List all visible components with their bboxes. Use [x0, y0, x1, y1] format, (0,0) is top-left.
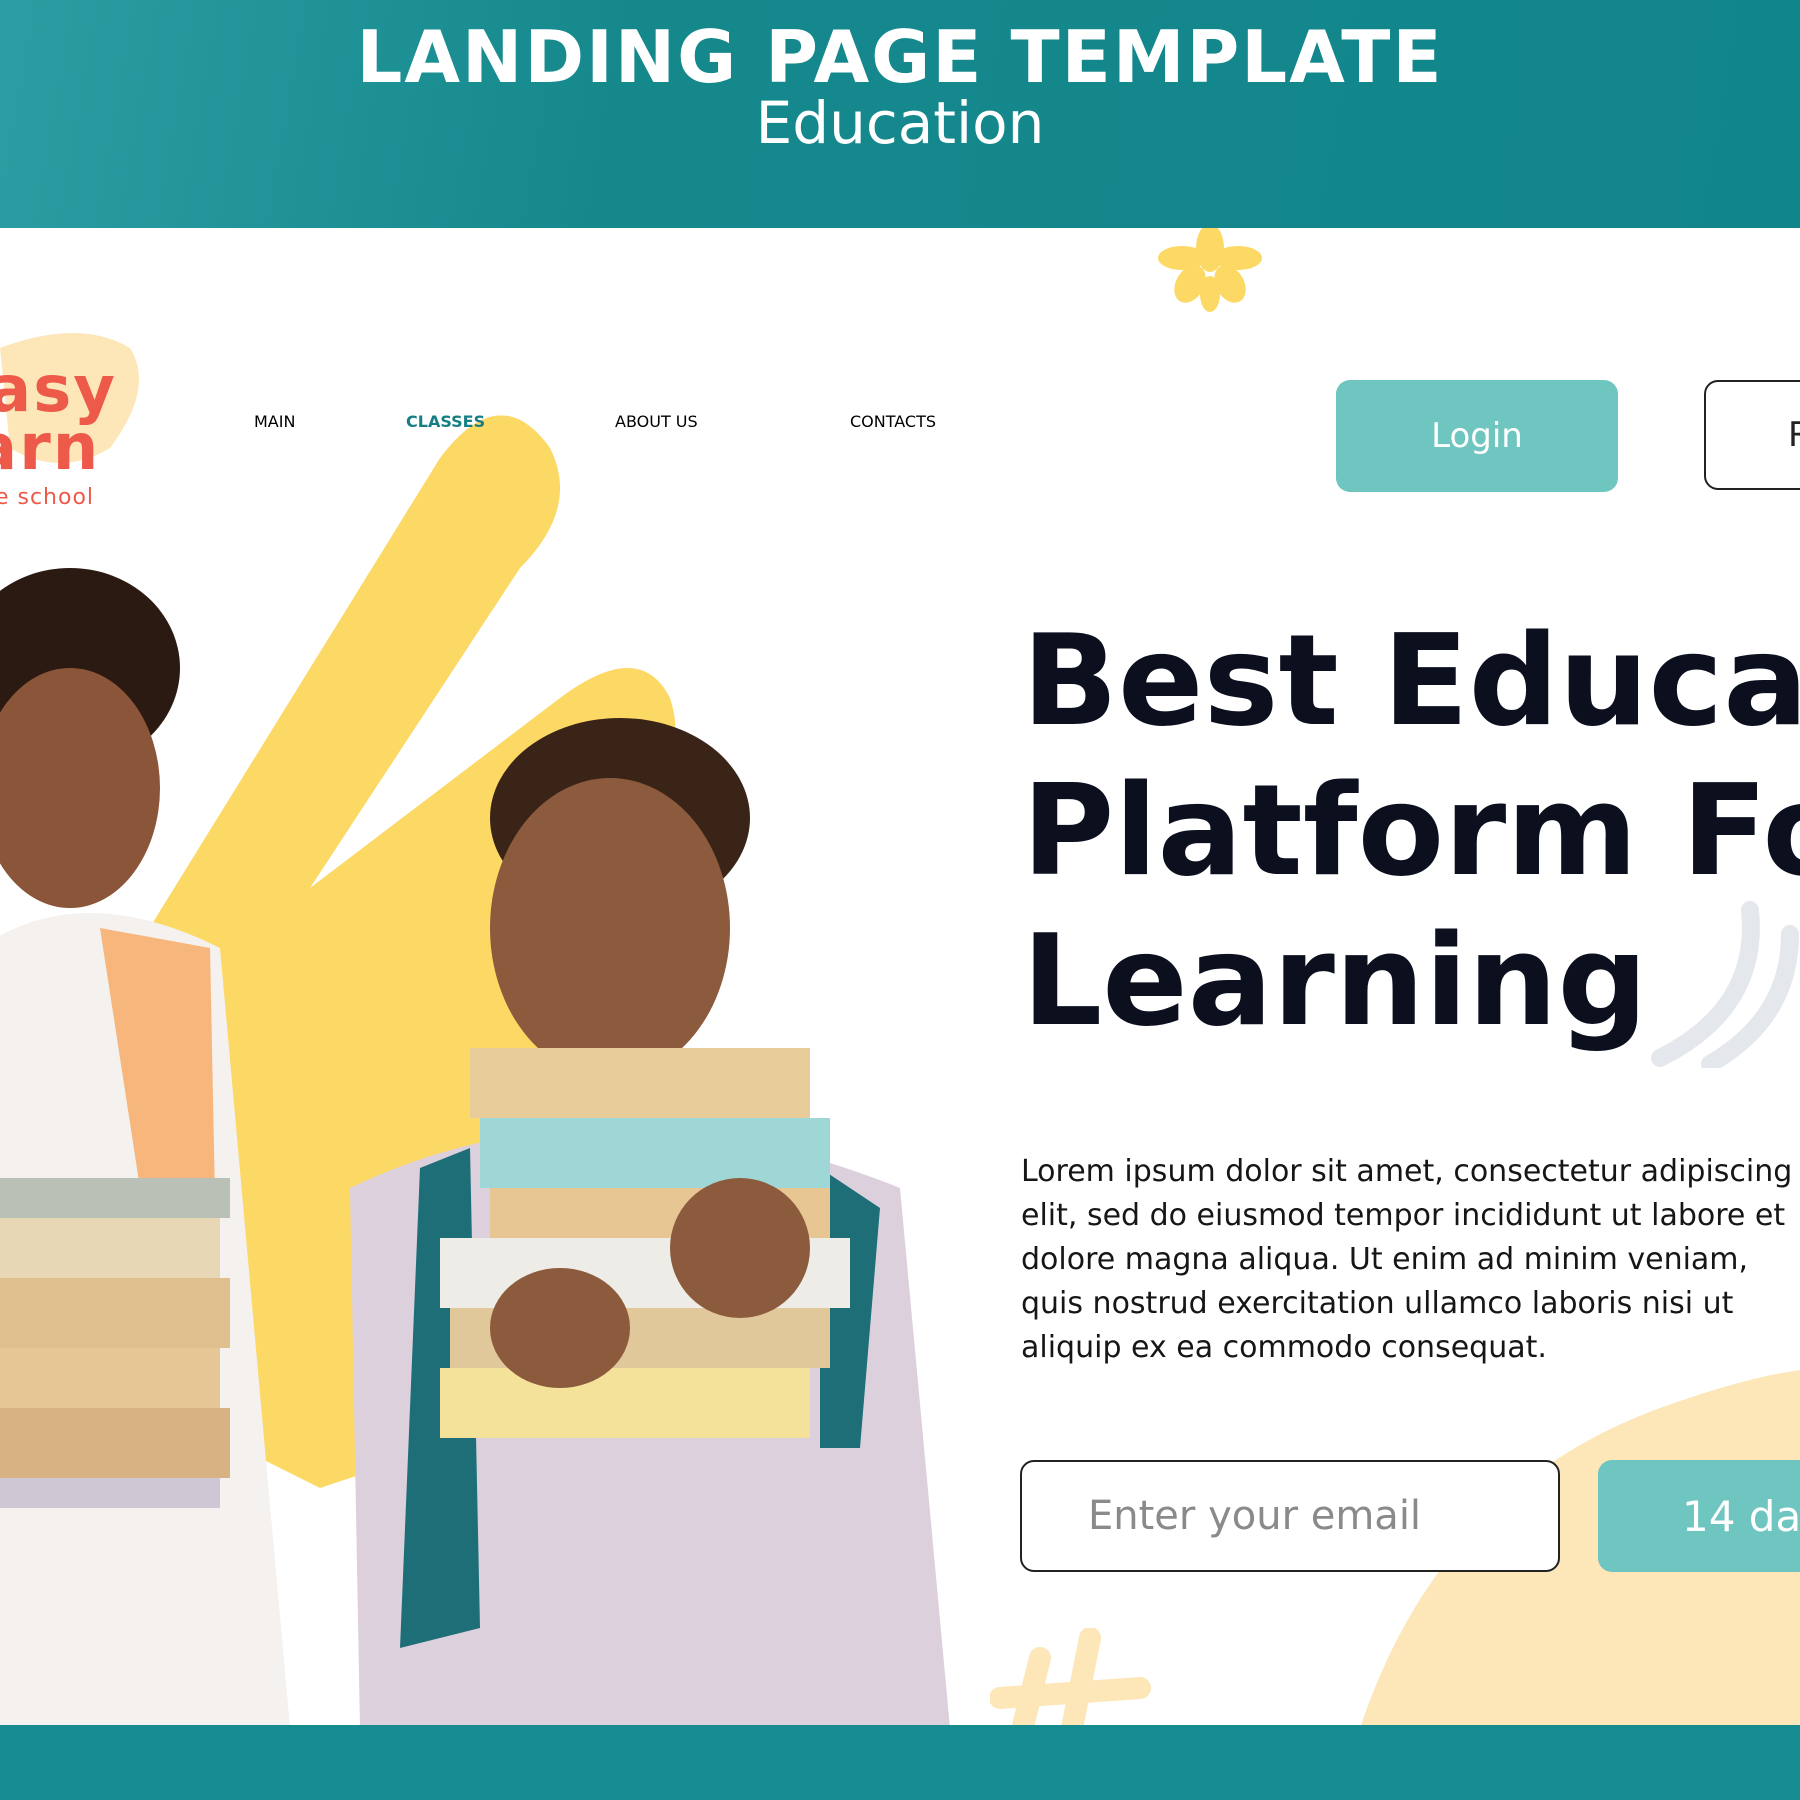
nav-item-about-us[interactable]: ABOUT US [615, 412, 698, 431]
nav-item-classes[interactable]: CLASSES [406, 412, 485, 431]
hero-heading-line1: Best Educat [1022, 607, 1800, 754]
register-button[interactable]: R [1704, 380, 1800, 490]
hero-heading: Best Educat Platform Fo Learning [1022, 606, 1800, 1056]
login-button[interactable]: Login [1336, 380, 1618, 492]
hero-heading-line3: Learning [1022, 907, 1648, 1054]
bottom-band [0, 1725, 1800, 1800]
banner-subtitle: Education [755, 89, 1045, 157]
logo-text-line2: arn [0, 411, 101, 485]
hero-description: Lorem ipsum dolor sit amet, consectetur … [1021, 1154, 1793, 1365]
nav-item-contacts[interactable]: CONTACTS [850, 412, 936, 431]
top-banner: LANDING PAGE TEMPLATE Education [0, 0, 1800, 228]
hashtag-doodle-icon [990, 1628, 1151, 1725]
flower-icon [1158, 228, 1262, 312]
brand-logo[interactable]: asy arn ge school [0, 328, 150, 518]
email-input[interactable] [1020, 1460, 1560, 1572]
free-trial-button[interactable]: 14 day [1598, 1460, 1800, 1572]
landing-page: asy arn ge school MAIN CLASSES ABOUT US … [0, 228, 1800, 1725]
hero-heading-line2: Platform Fo [1022, 757, 1800, 904]
logo-tagline: ge school [0, 485, 95, 510]
nav-item-main[interactable]: MAIN [254, 412, 295, 431]
hero-photo-kids-with-books [0, 568, 950, 1725]
